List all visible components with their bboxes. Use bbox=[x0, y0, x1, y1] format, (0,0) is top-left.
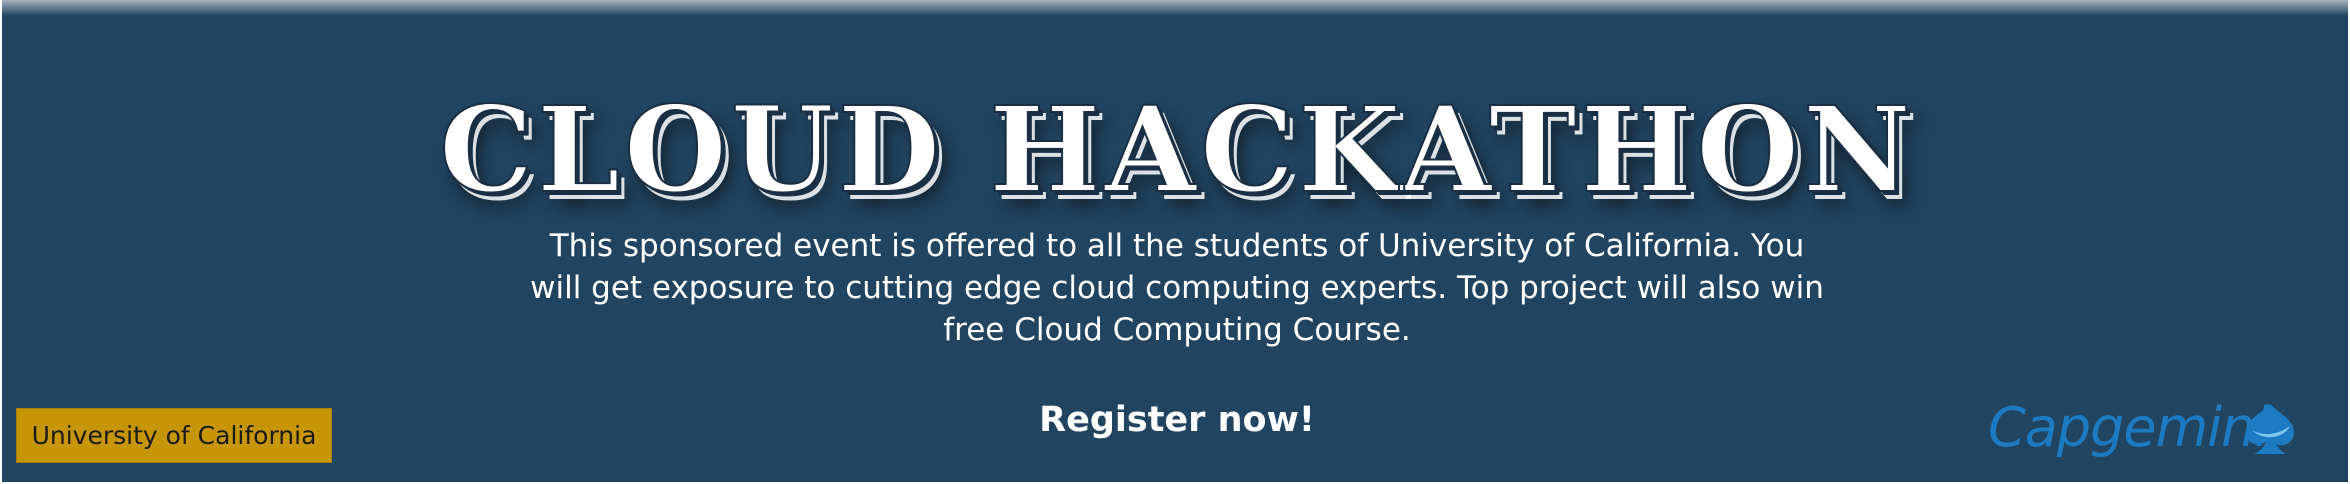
banner-description: This sponsored event is offered to all t… bbox=[530, 228, 1824, 348]
banner-title: CLOUD HACKATHON bbox=[438, 79, 1915, 220]
hackathon-banner: CLOUD HACKATHON This sponsored event is … bbox=[0, 0, 2350, 484]
top-shadow bbox=[2, 0, 2348, 16]
university-badge-label: University of California bbox=[31, 421, 317, 450]
university-badge: University of California bbox=[16, 408, 332, 463]
spade-icon bbox=[2246, 404, 2294, 454]
capgemini-logo: Capgemini bbox=[1988, 392, 2308, 472]
logo-wordmark: Capgemini bbox=[1988, 396, 2269, 459]
